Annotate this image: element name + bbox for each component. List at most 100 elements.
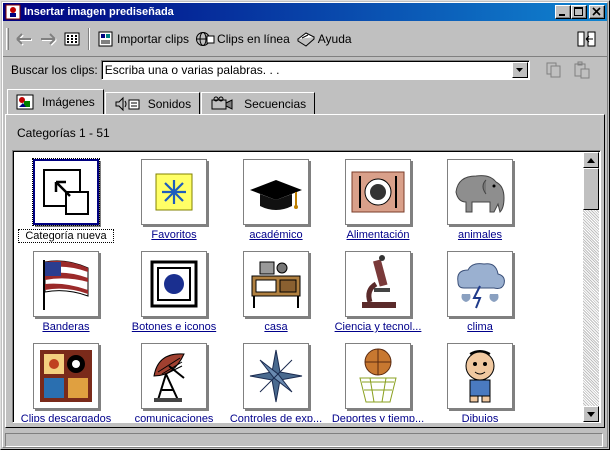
cartoon-baby-icon bbox=[465, 350, 495, 403]
category-item[interactable]: comunicaciones bbox=[124, 343, 224, 422]
copy-icon bbox=[546, 62, 561, 77]
category-item[interactable]: Alimentación bbox=[328, 159, 428, 245]
category-thumbnail[interactable] bbox=[32, 158, 100, 226]
category-label[interactable]: Clips descargados bbox=[13, 413, 122, 422]
category-label[interactable]: animales bbox=[424, 229, 536, 241]
category-item[interactable]: casa bbox=[226, 251, 326, 337]
maximize-icon bbox=[574, 7, 583, 16]
category-item[interactable]: clima bbox=[430, 251, 530, 337]
dinner-plate-icon bbox=[351, 171, 405, 213]
category-item[interactable]: Banderas bbox=[16, 251, 116, 337]
category-label[interactable]: casa bbox=[220, 321, 332, 333]
minimize-button[interactable] bbox=[555, 5, 571, 19]
import-clips-button[interactable]: Importar clips bbox=[94, 27, 192, 51]
search-dropdown-button[interactable] bbox=[511, 61, 528, 78]
category-thumbnail[interactable] bbox=[243, 251, 309, 317]
button-icon bbox=[150, 260, 198, 308]
copy-button[interactable] bbox=[542, 59, 566, 81]
category-label[interactable]: académico bbox=[220, 229, 332, 241]
back-button[interactable] bbox=[12, 28, 36, 50]
search-input-text[interactable]: Escriba una o varias palabras. . . bbox=[102, 63, 512, 77]
grid-icon bbox=[64, 32, 80, 46]
category-item[interactable]: Dibujos bbox=[430, 343, 530, 422]
category-thumbnail[interactable] bbox=[33, 343, 99, 409]
scroll-down-button[interactable] bbox=[583, 406, 599, 422]
category-label[interactable]: Ciencia y tecnol... bbox=[322, 321, 434, 333]
category-thumbnail[interactable] bbox=[243, 343, 309, 409]
status-bar bbox=[3, 432, 607, 448]
microscope-icon bbox=[362, 255, 396, 308]
category-label[interactable]: comunicaciones bbox=[118, 413, 230, 422]
category-thumbnail[interactable] bbox=[345, 343, 411, 409]
change-window-size-button[interactable] bbox=[575, 28, 599, 50]
maximize-button[interactable] bbox=[571, 5, 587, 19]
images-tab-icon bbox=[16, 94, 34, 110]
category-item[interactable]: Deportes y tiemp... bbox=[328, 343, 428, 422]
chevron-down-icon bbox=[587, 411, 595, 417]
category-item[interactable]: Ciencia y tecnol... bbox=[328, 251, 428, 337]
category-item[interactable]: Favoritos bbox=[124, 159, 224, 245]
chevron-up-icon bbox=[587, 157, 595, 163]
all-categories-button[interactable] bbox=[60, 28, 84, 50]
category-label[interactable]: Dibujos bbox=[424, 413, 536, 422]
category-label[interactable]: clima bbox=[424, 321, 536, 333]
back-arrow-icon bbox=[16, 33, 32, 46]
tab-images-label: Imágenes bbox=[42, 95, 95, 109]
kitchen-icon bbox=[251, 261, 301, 308]
paste-button[interactable] bbox=[570, 59, 594, 81]
status-bar-panel bbox=[5, 433, 603, 447]
help-button[interactable]: Ayuda bbox=[293, 27, 355, 51]
tab-sounds[interactable]: Sonidos bbox=[104, 92, 201, 114]
category-label[interactable]: Alimentación bbox=[322, 229, 434, 241]
clipart-window: Insertar imagen prediseñada Importar cli… bbox=[0, 0, 610, 450]
vertical-scrollbar[interactable] bbox=[583, 152, 599, 422]
category-label[interactable]: Banderas bbox=[13, 321, 122, 333]
tab-images[interactable]: Imágenes bbox=[7, 89, 104, 114]
category-thumbnail[interactable] bbox=[33, 251, 99, 317]
scroll-thumb[interactable] bbox=[583, 168, 599, 210]
category-thumbnail[interactable] bbox=[345, 251, 411, 317]
category-label[interactable]: Deportes y tiemp... bbox=[322, 413, 434, 422]
toolbar-grip[interactable] bbox=[6, 28, 9, 50]
category-thumbnail[interactable] bbox=[447, 343, 513, 409]
category-item[interactable]: Clips descargados bbox=[16, 343, 116, 422]
category-label[interactable]: Categoría nueva bbox=[18, 229, 114, 243]
category-item[interactable]: académico bbox=[226, 159, 326, 245]
category-item[interactable]: animales bbox=[430, 159, 530, 245]
category-label[interactable]: Botones e iconos bbox=[118, 321, 230, 333]
category-thumbnail[interactable] bbox=[141, 343, 207, 409]
elephant-icon bbox=[455, 175, 505, 213]
help-book-icon bbox=[296, 32, 315, 47]
category-item[interactable]: Categoría nueva bbox=[16, 158, 116, 245]
clips-online-button[interactable]: Clips en línea bbox=[192, 27, 293, 51]
photo-collage-icon bbox=[40, 350, 92, 402]
tab-sequences-label: Secuencias bbox=[244, 96, 307, 111]
category-thumbnail[interactable] bbox=[141, 251, 207, 317]
category-item[interactable]: Botones e iconos bbox=[124, 251, 224, 337]
category-label[interactable]: Favoritos bbox=[118, 229, 230, 241]
category-label[interactable]: Controles de exp... bbox=[220, 413, 332, 422]
category-gallery[interactable]: Categoría nueva Favoritos académico Alim… bbox=[12, 150, 601, 423]
window-title: Insertar imagen prediseñada bbox=[24, 6, 174, 18]
app-icon bbox=[5, 4, 21, 20]
search-input[interactable]: Escriba una o varias palabras. . . bbox=[100, 59, 530, 80]
category-thumbnail[interactable] bbox=[141, 159, 207, 225]
scroll-up-button[interactable] bbox=[583, 152, 599, 168]
category-thumbnail[interactable] bbox=[345, 159, 411, 225]
compass-star-icon bbox=[249, 349, 303, 403]
forward-button[interactable] bbox=[36, 28, 60, 50]
help-label: Ayuda bbox=[317, 32, 352, 46]
basketball-icon bbox=[359, 348, 397, 403]
globe-icon bbox=[196, 32, 215, 46]
tab-sequences[interactable]: Secuencias bbox=[201, 92, 316, 114]
categories-count: Categorías 1 - 51 bbox=[17, 126, 110, 140]
category-item[interactable]: Controles de exp... bbox=[226, 343, 326, 422]
video-camera-icon bbox=[211, 96, 233, 110]
speaker-icon bbox=[115, 96, 140, 111]
category-thumbnail[interactable] bbox=[447, 159, 513, 225]
category-thumbnail[interactable] bbox=[447, 251, 513, 317]
close-button[interactable] bbox=[589, 5, 605, 19]
title-bar[interactable]: Insertar imagen prediseñada bbox=[3, 3, 607, 21]
category-thumbnail[interactable] bbox=[243, 159, 309, 225]
forward-arrow-icon bbox=[41, 33, 57, 46]
